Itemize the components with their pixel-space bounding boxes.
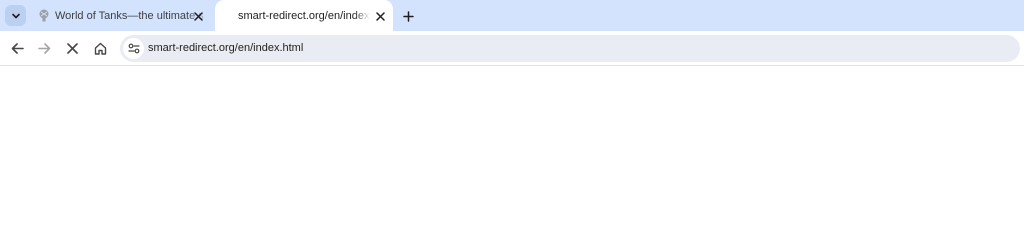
tab-smart-redirect[interactable]: smart-redirect.org/en/index.htm <box>215 0 393 31</box>
chevron-down-icon <box>11 13 20 18</box>
address-bar[interactable]: smart-redirect.org/en/index.html <box>120 35 1020 62</box>
tab-title: smart-redirect.org/en/index.htm <box>238 10 370 22</box>
forward-arrow-icon <box>37 42 50 54</box>
tab-world-of-tanks[interactable]: World of Tanks—the ultimate s <box>30 0 210 31</box>
home-icon <box>94 42 106 55</box>
back-button[interactable] <box>8 39 26 57</box>
stop-icon <box>66 42 78 54</box>
tab-title: World of Tanks—the ultimate s <box>55 10 204 22</box>
tab-close-button[interactable] <box>190 8 206 24</box>
close-icon <box>375 11 385 21</box>
browser-toolbar: smart-redirect.org/en/index.html <box>0 31 1024 66</box>
tab-strip: World of Tanks—the ultimate s smart-redi… <box>0 0 1024 31</box>
site-info-icon <box>127 43 140 54</box>
plus-icon <box>402 10 414 22</box>
close-icon <box>193 11 203 21</box>
new-tab-button[interactable] <box>399 7 417 25</box>
site-info-button[interactable] <box>123 38 144 59</box>
tab-search-button[interactable] <box>5 5 26 26</box>
stop-loading-button[interactable] <box>63 39 81 57</box>
tank-icon <box>39 9 49 22</box>
tab-close-button[interactable] <box>372 8 388 24</box>
page-content <box>0 67 1024 244</box>
back-arrow-icon <box>11 42 24 54</box>
forward-button[interactable] <box>35 39 53 57</box>
home-button[interactable] <box>91 39 109 57</box>
url-text[interactable]: smart-redirect.org/en/index.html <box>148 42 303 54</box>
